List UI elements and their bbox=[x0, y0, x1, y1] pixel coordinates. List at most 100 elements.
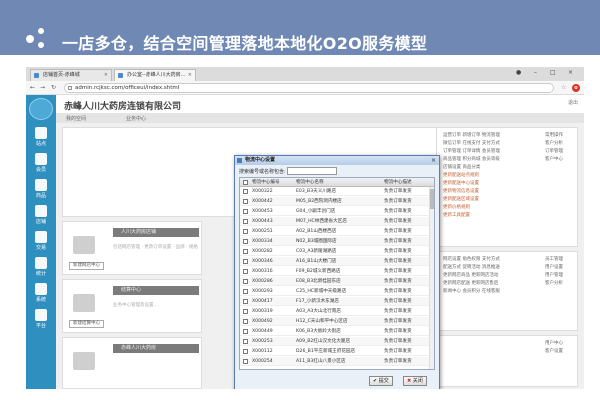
banner-title: 一店多仓，结合空间管理落地本地化O2O服务模型 bbox=[62, 34, 428, 53]
right-links-panel: 运营订单 新增订单 物流管理 微信订单 在线支付 支付方式 订单管理 订单详情 … bbox=[436, 127, 578, 247]
window-close-icon[interactable]: × bbox=[568, 69, 573, 76]
row-checkbox[interactable] bbox=[243, 249, 248, 254]
column-header-name[interactable]: 物流中心名称 bbox=[296, 178, 380, 187]
close-icon[interactable]: × bbox=[188, 70, 192, 80]
cell-id: X000254 bbox=[252, 359, 273, 364]
row-checkbox[interactable] bbox=[243, 299, 248, 304]
dialog-title: 物流中心设置 bbox=[245, 157, 276, 163]
calculator-icon bbox=[73, 294, 95, 312]
cell-id: X000442 bbox=[252, 199, 273, 204]
row-checkbox[interactable] bbox=[243, 239, 248, 244]
row-checkbox[interactable] bbox=[243, 269, 248, 274]
browser-tab-1[interactable]: 店铺首页-赤峰城 × bbox=[30, 69, 112, 81]
table-row[interactable]: X000417 F17_小新汉木东湖店 负责订单发货 bbox=[240, 297, 434, 306]
table-row[interactable]: X000346 A16_B1山大楼门店 负责订单发货 bbox=[240, 257, 434, 266]
cell-name: E03_B3天义川路店 bbox=[296, 189, 337, 194]
sidebar-item-platform[interactable]: 平台 bbox=[26, 307, 56, 333]
sidebar-item-site[interactable]: 站点 bbox=[26, 125, 56, 151]
table-row[interactable]: X000251 A02_B1山西楼西店 负责订单发货 bbox=[240, 227, 434, 236]
sidebar-item-stores[interactable]: 店铺 bbox=[26, 203, 56, 229]
table-row[interactable]: X000254 A11_B3红山八景小区店 负责订单发货 bbox=[240, 357, 434, 366]
close-button[interactable]: ✖ 关闭 bbox=[403, 376, 427, 386]
table-row[interactable]: X000334 N02_B3城圈国际店 负责订单发货 bbox=[240, 237, 434, 246]
table-row[interactable]: X000449 K06_B3大板岭大街店 负责订单发货 bbox=[240, 327, 434, 336]
search-input[interactable] bbox=[287, 167, 337, 175]
table-row[interactable]: X000282 C03_A3新陵湖路店 负责订单发货 bbox=[240, 247, 434, 256]
monitor-icon bbox=[35, 283, 47, 295]
cell-name: E08_B3北新桂园东店 bbox=[296, 279, 341, 284]
column-header-desc[interactable]: 物流中心描述 bbox=[384, 178, 430, 187]
row-checkbox[interactable] bbox=[243, 229, 248, 234]
minimize-icon[interactable]: – bbox=[534, 69, 537, 76]
table-row[interactable]: X000443 M07_HC林西建省大区店 负责订单发货 bbox=[240, 217, 434, 226]
profile-icon[interactable]: ● bbox=[516, 69, 521, 76]
row-checkbox[interactable] bbox=[243, 199, 248, 204]
cell-id: X000251 bbox=[252, 229, 273, 234]
close-icon[interactable]: × bbox=[104, 70, 108, 80]
row-checkbox[interactable] bbox=[243, 219, 248, 224]
row-checkbox[interactable] bbox=[243, 329, 248, 334]
subnav-my-space[interactable]: 我的空间 bbox=[66, 115, 86, 122]
back-icon[interactable]: ← bbox=[30, 84, 35, 91]
cell-id: X000334 bbox=[252, 239, 273, 244]
row-checkbox[interactable] bbox=[243, 349, 248, 354]
table-row[interactable]: X000253 A09_B2红山汉文化大厦店 负责订单发货 bbox=[240, 337, 434, 346]
panel-title: 赤峰人川大药房 bbox=[113, 344, 199, 353]
row-checkbox[interactable] bbox=[243, 259, 248, 264]
cell-name: C25_HC新城中天级路店 bbox=[296, 289, 347, 294]
table-row[interactable]: X000112 D26_B1平庄新城王府花园店 负责订单发货 bbox=[240, 347, 434, 356]
row-checkbox[interactable] bbox=[243, 279, 248, 284]
chart-icon bbox=[35, 257, 47, 269]
cell-desc: 负责订单发货 bbox=[384, 209, 412, 214]
row-checkbox[interactable] bbox=[243, 309, 248, 314]
url-input[interactable]: admin.rcjksc.com/officeui/index.shtml bbox=[64, 83, 554, 93]
table-row[interactable]: X000442 M05_B2西院洞内楼店 负责订单发货 bbox=[240, 197, 434, 206]
row-checkbox[interactable] bbox=[243, 189, 248, 194]
row-checkbox[interactable] bbox=[243, 289, 248, 294]
row-checkbox[interactable] bbox=[243, 339, 248, 344]
submit-button[interactable]: ✔ 提交 bbox=[369, 376, 393, 386]
select-all-checkbox[interactable] bbox=[243, 180, 248, 185]
cell-desc: 负责订单发货 bbox=[384, 219, 412, 224]
cell-name: A09_B2红山汉文化大厦店 bbox=[296, 339, 351, 344]
slide-banner: 一店多仓，结合空间管理落地本地化O2O服务模型 bbox=[0, 0, 600, 55]
maximize-icon[interactable]: □ bbox=[550, 69, 556, 76]
table-row[interactable]: X000322 E03_B3天义川路店 负责订单发货 bbox=[240, 187, 434, 196]
logout-link[interactable]: 退出 bbox=[568, 99, 578, 106]
adblock-icon[interactable]: o bbox=[572, 84, 580, 92]
table-row[interactable]: X000286 E08_B3北新桂园东店 负责订单发货 bbox=[240, 277, 434, 286]
table-row[interactable]: X000492 H12_C天山和平中心区店 负责订单发货 bbox=[240, 317, 434, 326]
cell-desc: 负责订单发货 bbox=[384, 319, 412, 324]
table-row[interactable]: X000316 F09_B2城义新西路店 负责订单发货 bbox=[240, 267, 434, 276]
row-checkbox[interactable] bbox=[243, 209, 248, 214]
cell-desc: 负责订单发货 bbox=[384, 289, 412, 294]
cell-name: G04_小嗣丰创门店 bbox=[296, 209, 336, 214]
row-checkbox[interactable] bbox=[243, 359, 248, 364]
sidebar-item-products[interactable]: 商品 bbox=[26, 177, 56, 203]
sidebar-item-members[interactable]: 会员 bbox=[26, 151, 56, 177]
column-header-id[interactable]: 物流中心编号 bbox=[252, 178, 294, 187]
browser-tab-2[interactable]: 办公室--赤峰人川大药房... × bbox=[114, 69, 196, 81]
new-store-button[interactable]: 新建网店中心 bbox=[69, 262, 104, 270]
bookmark-star-icon[interactable]: ☆ bbox=[561, 84, 566, 91]
url-text: admin.rcjksc.com/officeui/index.shtml bbox=[75, 85, 180, 91]
sidebar-item-stats[interactable]: 统计 bbox=[26, 255, 56, 281]
sidebar-item-system[interactable]: 系统 bbox=[26, 281, 56, 307]
close-icon[interactable]: × bbox=[431, 156, 436, 165]
check-icon bbox=[35, 231, 47, 243]
reload-icon[interactable]: ↻ bbox=[51, 84, 56, 91]
cell-name: A16_B1山大楼门店 bbox=[296, 259, 337, 264]
table-row[interactable]: X000453 G04_小嗣丰创门店 负责订单发货 bbox=[240, 207, 434, 216]
subnav-business-center[interactable]: 业务中心 bbox=[126, 115, 146, 122]
cell-name: A02_B1山西楼西店 bbox=[296, 229, 337, 234]
cell-desc: 负责订单发货 bbox=[384, 259, 412, 264]
table-row[interactable]: X000293 C25_HC新城中天级路店 负责订单发货 bbox=[240, 287, 434, 296]
page-info-icon bbox=[68, 86, 72, 90]
forward-icon[interactable]: → bbox=[40, 84, 45, 91]
table-row[interactable]: X000319 A03_A3大山北行南店 负责订单发货 bbox=[240, 307, 434, 316]
new-settlement-button[interactable]: 新建结算中心 bbox=[69, 320, 104, 328]
scrollbar-thumb[interactable] bbox=[430, 189, 434, 209]
sidebar-item-trade[interactable]: 交易 bbox=[26, 229, 56, 255]
table-scrollbar[interactable] bbox=[429, 187, 434, 369]
row-checkbox[interactable] bbox=[243, 319, 248, 324]
